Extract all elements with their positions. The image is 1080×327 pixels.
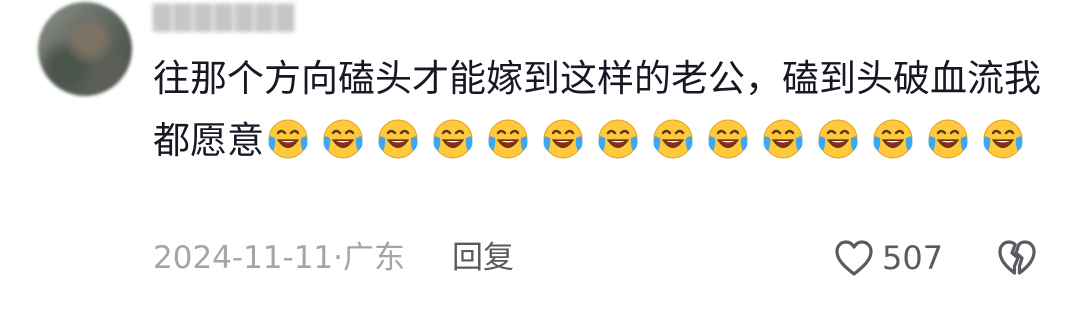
dislike-button[interactable]: [996, 238, 1038, 278]
laughing-crying-emoji: [814, 114, 862, 162]
comment-text: 往那个方向磕头才能嫁到这样的老公，磕到头破血流我都愿意: [153, 48, 1053, 172]
laughing-crying-emoji: [594, 114, 642, 162]
laughing-crying-emoji: [924, 114, 972, 162]
broken-heart-icon: [996, 238, 1038, 278]
commenter-username[interactable]: ███████: [153, 4, 296, 32]
laughing-crying-emoji: [374, 114, 422, 162]
laughing-crying-emoji: [319, 114, 367, 162]
laughing-crying-emoji: [539, 114, 587, 162]
laughing-crying-emoji: [759, 114, 807, 162]
emoji-row: [264, 119, 1034, 162]
meta-separator: ·: [333, 240, 344, 276]
laughing-crying-emoji: [484, 114, 532, 162]
laughing-crying-emoji: [869, 114, 917, 162]
reply-button[interactable]: 回复: [452, 236, 514, 280]
like-count: 507: [882, 239, 944, 277]
laughing-crying-emoji: [704, 114, 752, 162]
laughing-crying-emoji: [979, 114, 1027, 162]
comment-date: 2024-11-11: [153, 240, 334, 276]
laughing-crying-emoji: [649, 114, 697, 162]
comment-meta: 2024-11-11·广东: [153, 236, 405, 280]
comment-location: 广东: [343, 240, 406, 276]
heart-outline-icon: [833, 238, 875, 278]
laughing-crying-emoji: [429, 114, 477, 162]
like-button[interactable]: 507: [833, 236, 943, 280]
laughing-crying-emoji: [264, 114, 312, 162]
commenter-avatar[interactable]: [38, 2, 132, 96]
